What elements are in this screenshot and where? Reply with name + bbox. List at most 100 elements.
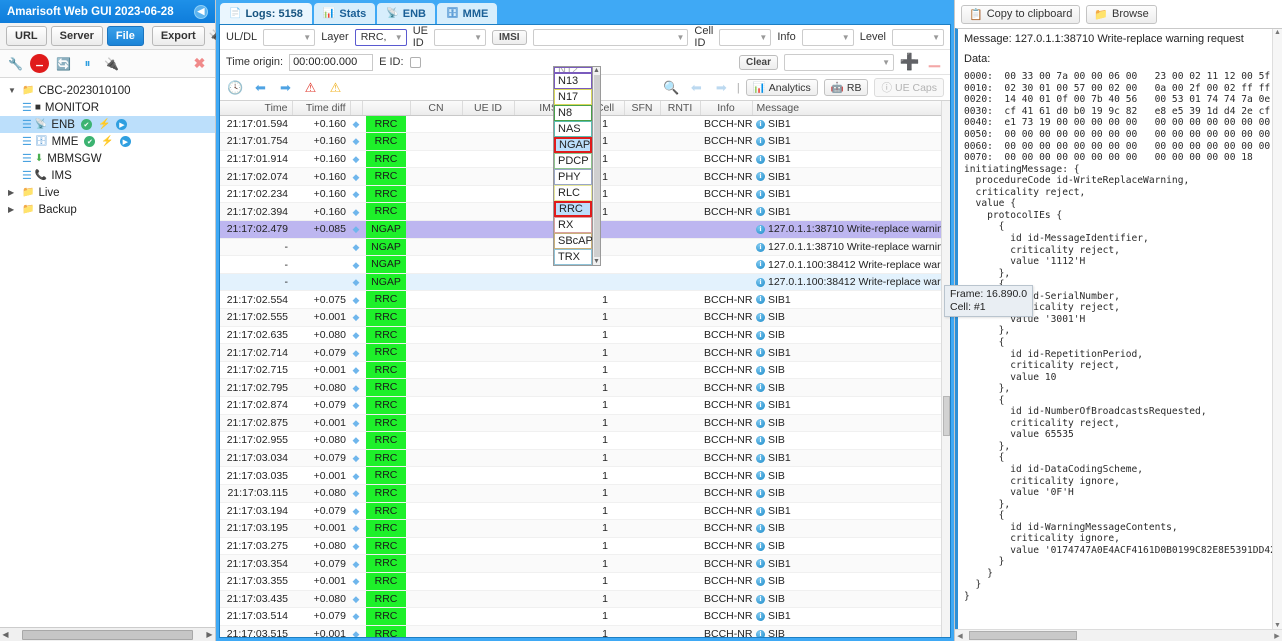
arrow-right-icon[interactable]: ➡ (276, 78, 295, 97)
table-row[interactable]: 21:17:03.435 +0.080 ◆ RRC 1 BCCH-NR i SIB (220, 590, 950, 609)
column-header-time[interactable]: Time (220, 101, 293, 116)
scroll-thumb[interactable] (943, 395, 950, 436)
table-row[interactable]: 21:17:02.875 +0.001 ◆ RRC 1 BCCH-NR i SIB (220, 414, 950, 433)
column-header-message[interactable]: Message (752, 101, 950, 116)
scroll-right-arrow-icon[interactable]: ▶ (204, 630, 215, 639)
tab-enb[interactable]: 📡 ENB (377, 3, 435, 24)
layer-option-ngap[interactable]: NGAP (554, 137, 592, 153)
minus-icon[interactable]: ⚊ (925, 53, 944, 72)
scroll-up-arrow-icon[interactable]: ▲ (1274, 29, 1281, 36)
stop-icon[interactable]: ⚊ (30, 54, 49, 73)
column-header-cn[interactable]: CN (410, 101, 463, 116)
column-header-time-diff[interactable]: Time diff (292, 101, 351, 116)
table-row[interactable]: 21:17:03.034 +0.079 ◆ RRC 1 BCCH-NR i SIB1 (220, 449, 950, 468)
ue-caps-button[interactable]: ⓘ UE Caps (874, 78, 944, 97)
table-row[interactable]: 21:17:02.554 +0.075 ◆ RRC 1 BCCH-NR i SIB1 (220, 290, 950, 310)
log-table-vertical-scrollbar[interactable] (941, 101, 950, 637)
scroll-up-arrow-icon[interactable]: ▲ (593, 67, 600, 74)
layer-option-trx[interactable]: TRX (554, 249, 592, 265)
column-header-info[interactable]: Info (700, 101, 753, 116)
column-header-sfn[interactable]: SFN (624, 101, 661, 116)
eid-checkbox[interactable] (409, 56, 421, 68)
ueid-select[interactable]: ▼ (434, 28, 486, 46)
tree-item-live[interactable]: ▶ 📁 Live (0, 184, 215, 201)
play-status-icon[interactable]: ▶ (119, 136, 131, 147)
layer-option-phy[interactable]: PHY (554, 169, 592, 185)
rb-button[interactable]: 🤖 RB (823, 79, 869, 96)
server-button[interactable]: Server (50, 26, 103, 46)
scroll-thumb[interactable] (969, 631, 1077, 640)
play-status-icon[interactable]: ▶ (116, 119, 128, 130)
tab-logs[interactable]: 📄 Logs: 5158 (220, 3, 312, 24)
imsi-select[interactable]: ▼ (532, 28, 689, 46)
layer-option-rrc[interactable]: RRC (554, 201, 592, 217)
table-row[interactable]: 21:17:03.515 +0.001 ◆ RRC 1 BCCH-NR i SIB (220, 625, 950, 637)
scroll-thumb[interactable] (22, 629, 193, 640)
plus-icon[interactable]: ➕ (900, 53, 920, 72)
clock-icon[interactable]: 🕓 (226, 78, 245, 97)
tab-stats[interactable]: 📊 Stats (313, 3, 376, 24)
close-icon[interactable]: ✖ (190, 54, 209, 73)
table-row[interactable]: 21:17:03.115 +0.080 ◆ RRC 1 BCCH-NR i SIB (220, 484, 950, 503)
warning-icon[interactable]: ⚠ (326, 78, 345, 97)
column-header-rnti[interactable]: RNTI (660, 101, 701, 116)
layer-option-sbcap[interactable]: SBcAP (554, 233, 592, 249)
table-row[interactable]: 21:17:02.635 +0.080 ◆ RRC 1 BCCH-NR i SIB (220, 326, 950, 345)
column-header-ue-id[interactable]: UE ID (462, 101, 515, 116)
tree-item-cbc-2023010100[interactable]: ▼ 📁 CBC-2023010100 (0, 82, 215, 99)
layer-select[interactable]: RRC, ▼ (354, 28, 407, 46)
table-row[interactable]: 21:17:03.275 +0.080 ◆ RRC 1 BCCH-NR i SIB (220, 537, 950, 556)
table-row[interactable]: 21:17:02.955 +0.080 ◆ RRC 1 BCCH-NR i SIB (220, 431, 950, 450)
chevron-left-icon[interactable]: ◀ (194, 4, 208, 19)
scroll-right-arrow-icon[interactable]: ▶ (1272, 632, 1282, 640)
file-button[interactable]: File (106, 26, 144, 46)
layer-option-pdcp[interactable]: PDCP (554, 153, 592, 169)
layer-dropdown[interactable]: N12 N13 N17 N8 NAS NGAP PDCP PHY RLC RRC RX SBcAP TR… (553, 66, 601, 266)
detail-horizontal-scrollbar[interactable]: ◀ ▶ (955, 629, 1282, 641)
layer-option-n17[interactable]: N17 (554, 89, 592, 105)
table-row[interactable]: 21:17:03.355 +0.001 ◆ RRC 1 BCCH-NR i SIB (220, 572, 950, 591)
uldl-select[interactable]: ▼ (263, 28, 316, 46)
table-row[interactable]: 21:17:02.714 +0.079 ◆ RRC 1 BCCH-NR i SIB1 (220, 343, 950, 362)
table-row[interactable]: 21:17:03.195 +0.001 ◆ RRC 1 BCCH-NR i SIB (220, 519, 950, 538)
layer-option-nas[interactable]: NAS (554, 121, 592, 137)
tree-item-ims[interactable]: ☰ 📞 IMS (0, 167, 215, 184)
tree-item-mbmsgw[interactable]: ☰ ⬇ MBMSGW (0, 150, 215, 167)
detail-vertical-scrollbar[interactable]: ▲ ▼ (1272, 29, 1282, 629)
column-header-blank3[interactable] (362, 101, 411, 116)
browse-button[interactable]: 📁 Browse (1086, 4, 1157, 24)
wrench-icon[interactable]: 🔧 (6, 54, 25, 73)
tree-item-monitor[interactable]: ☰ ■ MONITOR (0, 99, 215, 116)
table-row[interactable]: 21:17:03.194 +0.079 ◆ RRC 1 BCCH-NR i SIB1 (220, 502, 950, 521)
table-row[interactable]: 21:17:02.795 +0.080 ◆ RRC 1 BCCH-NR i SIB (220, 378, 950, 397)
column-header-blank2[interactable] (350, 101, 363, 116)
scroll-left-arrow-icon[interactable]: ◀ (955, 632, 965, 640)
table-row[interactable]: 21:17:02.874 +0.079 ◆ RRC 1 BCCH-NR i SIB1 (220, 396, 950, 415)
arrow-left-icon[interactable]: ⬅ (251, 78, 270, 97)
ok-status-icon[interactable]: ✔ (80, 119, 92, 130)
table-row[interactable]: 21:17:03.354 +0.079 ◆ RRC 1 BCCH-NR i SIB1 (220, 554, 950, 573)
error-icon[interactable]: ⚠ (301, 78, 320, 97)
layer-option-n13[interactable]: N13 (554, 73, 592, 89)
chevron-right-icon[interactable]: ▶ (8, 188, 18, 197)
table-row[interactable]: - ◆ NGAP i 127.0.1.100:38412 Write-replace w… (220, 273, 950, 292)
bolt-status-icon[interactable]: ⚡ (98, 119, 110, 130)
preset-select[interactable]: ▼ (784, 53, 894, 71)
layer-option-rx[interactable]: RX (554, 217, 592, 233)
search-prev-icon[interactable]: ⬅ (687, 78, 706, 97)
table-row[interactable]: 21:17:03.035 +0.001 ◆ RRC 1 BCCH-NR i SIB (220, 466, 950, 485)
search-next-icon[interactable]: ➡ (712, 78, 731, 97)
tab-mme[interactable]: 🗄 MME (436, 3, 498, 24)
bolt-status-icon[interactable]: ⚡ (101, 136, 113, 147)
table-row[interactable]: 21:17:03.514 +0.079 ◆ RRC 1 BCCH-NR i SIB1 (220, 607, 950, 626)
scroll-thumb[interactable] (593, 75, 600, 257)
tree-item-enb[interactable]: ☰ 📡 ENB ✔ ⚡ ▶ (0, 116, 215, 133)
tree-item-backup[interactable]: ▶ 📁 Backup (0, 201, 215, 218)
cellid-select[interactable]: ▼ (719, 28, 772, 46)
layer-option-n8[interactable]: N8 (554, 105, 592, 121)
binoculars-icon[interactable]: 🔍 (662, 78, 681, 97)
imsi-button[interactable]: IMSI (492, 29, 527, 45)
layer-dropdown-scrollbar[interactable]: ▲ ▼ (593, 66, 601, 266)
table-row[interactable]: 21:17:02.555 +0.001 ◆ RRC 1 BCCH-NR i SIB (220, 308, 950, 327)
refresh-icon[interactable]: 🔄 (54, 54, 73, 73)
